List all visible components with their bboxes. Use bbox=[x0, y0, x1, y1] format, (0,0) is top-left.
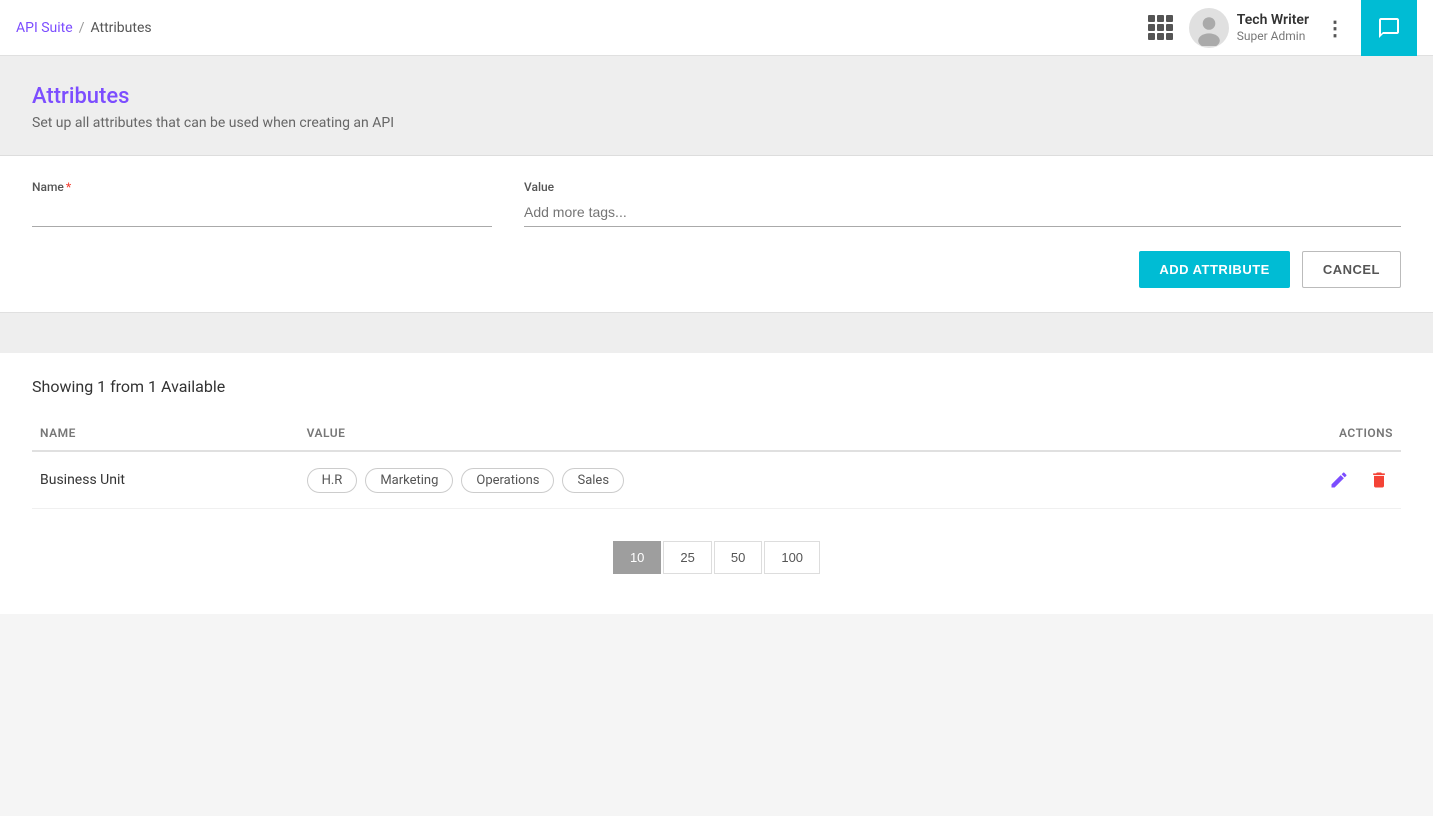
cancel-button[interactable]: CANCEL bbox=[1302, 251, 1401, 288]
cell-actions bbox=[1179, 451, 1401, 509]
col-header-value: VALUE bbox=[299, 416, 1180, 451]
tag: Operations bbox=[461, 468, 554, 493]
tag: H.R bbox=[307, 468, 358, 493]
page-size-button-25[interactable]: 25 bbox=[663, 541, 711, 574]
page-title: Attributes bbox=[32, 84, 1401, 109]
col-header-actions: ACTIONS bbox=[1179, 416, 1401, 451]
breadcrumb-current: Attributes bbox=[90, 20, 151, 36]
table-body: Business Unit H.R Marketing Operations Sales bbox=[32, 451, 1401, 509]
delete-button[interactable] bbox=[1365, 466, 1393, 494]
breadcrumb-parent-link[interactable]: API Suite bbox=[16, 20, 73, 36]
top-navigation: API Suite / Attributes Tech Writer Super… bbox=[0, 0, 1433, 56]
user-role: Super Admin bbox=[1237, 29, 1309, 45]
attributes-table-section: Showing 1 from 1 Available NAME VALUE AC… bbox=[0, 353, 1433, 614]
apps-grid-icon bbox=[1148, 15, 1173, 40]
apps-menu-button[interactable] bbox=[1141, 8, 1181, 48]
table-header: NAME VALUE ACTIONS bbox=[32, 416, 1401, 451]
section-divider bbox=[0, 313, 1433, 353]
page-header: Attributes Set up all attributes that ca… bbox=[0, 56, 1433, 156]
breadcrumb: API Suite / Attributes bbox=[16, 20, 152, 36]
add-attribute-button[interactable]: ADD ATTRIBUTE bbox=[1139, 251, 1290, 288]
topnav-actions: Tech Writer Super Admin ⋮ bbox=[1141, 0, 1417, 56]
attributes-table: NAME VALUE ACTIONS Business Unit H.R Marke… bbox=[32, 416, 1401, 509]
breadcrumb-separator: / bbox=[79, 20, 85, 36]
form-actions: ADD ATTRIBUTE CANCEL bbox=[32, 251, 1401, 288]
value-label: Value bbox=[524, 180, 1401, 194]
cell-value: H.R Marketing Operations Sales bbox=[299, 451, 1180, 509]
page-subtitle: Set up all attributes that can be used w… bbox=[32, 115, 1401, 131]
tags-container: H.R Marketing Operations Sales bbox=[307, 468, 1172, 493]
required-indicator: * bbox=[66, 180, 71, 194]
value-tags-input[interactable] bbox=[524, 198, 1401, 227]
name-label: Name* bbox=[32, 180, 492, 194]
cell-name: Business Unit bbox=[32, 451, 299, 509]
value-field-group: Value bbox=[524, 180, 1401, 227]
edit-button[interactable] bbox=[1325, 466, 1353, 494]
chat-button[interactable] bbox=[1361, 0, 1417, 56]
page-size-button-100[interactable]: 100 bbox=[764, 541, 820, 574]
page-size-button-10[interactable]: 10 bbox=[613, 541, 661, 574]
tag: Sales bbox=[562, 468, 624, 493]
tag: Marketing bbox=[365, 468, 453, 493]
user-name: Tech Writer bbox=[1237, 11, 1309, 29]
name-field-group: Name* bbox=[32, 180, 492, 227]
showing-count: Showing 1 from 1 Available bbox=[32, 377, 1401, 396]
pagination: 102550100 bbox=[32, 541, 1401, 574]
name-input[interactable] bbox=[32, 198, 492, 227]
chat-icon bbox=[1377, 16, 1401, 40]
delete-icon bbox=[1369, 470, 1389, 490]
col-header-name: NAME bbox=[32, 416, 299, 451]
add-attribute-form: Name* Value ADD ATTRIBUTE CANCEL bbox=[0, 156, 1433, 313]
page-size-button-50[interactable]: 50 bbox=[714, 541, 762, 574]
table-row: Business Unit H.R Marketing Operations Sales bbox=[32, 451, 1401, 509]
more-options-button[interactable]: ⋮ bbox=[1317, 10, 1353, 46]
edit-icon bbox=[1329, 470, 1349, 490]
avatar bbox=[1189, 8, 1229, 48]
user-info: Tech Writer Super Admin bbox=[1237, 11, 1309, 45]
form-row: Name* Value bbox=[32, 180, 1401, 227]
